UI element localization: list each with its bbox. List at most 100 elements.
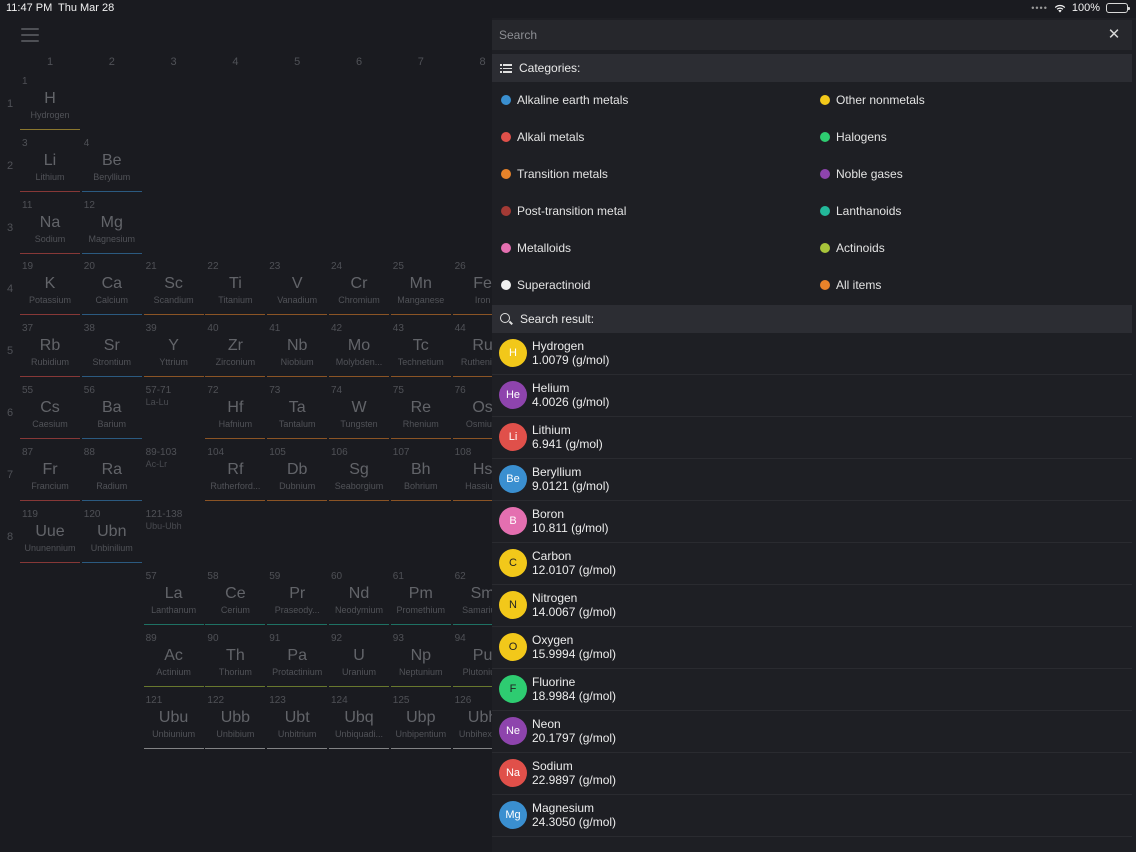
element-cell[interactable]: 72 Hf Hafnium xyxy=(205,385,266,441)
element-cell[interactable]: 3 Li Lithium xyxy=(20,138,80,194)
hamburger-menu-icon[interactable] xyxy=(21,28,39,42)
result-row[interactable]: O Oxygen 15.9994 (g/mol) xyxy=(492,627,1132,669)
element-cell[interactable]: 107 Bh Bohrium xyxy=(390,447,451,503)
result-row[interactable]: He Helium 4.0026 (g/mol) xyxy=(492,375,1132,417)
element-cell[interactable]: 41 Nb Niobium xyxy=(267,323,328,379)
result-name: Oxygen xyxy=(532,633,574,647)
result-row[interactable]: B Boron 10.811 (g/mol) xyxy=(492,501,1132,543)
element-cell[interactable]: 56 Ba Barium xyxy=(81,385,142,441)
category-item[interactable]: Actinoids xyxy=(820,237,885,259)
category-color-bar xyxy=(205,624,266,625)
category-item[interactable]: Transition metals xyxy=(501,163,608,185)
element-cell[interactable]: 88 Ra Radium xyxy=(81,447,142,503)
result-row[interactable]: Ne Neon 20.1797 (g/mol) xyxy=(492,711,1132,753)
element-cell[interactable]: 23 V Vanadium xyxy=(267,261,328,317)
category-color-bar xyxy=(329,376,389,378)
result-row[interactable]: Na Sodium 22.9897 (g/mol) xyxy=(492,753,1132,795)
element-cell[interactable]: 38 Sr Strontium xyxy=(81,323,142,379)
element-cell[interactable]: 91 Pa Protactinium xyxy=(267,633,328,689)
element-cell[interactable]: 124 Ubq Unbiquadi... xyxy=(329,695,389,751)
element-cell[interactable]: 121 Ubu Unbiunium xyxy=(143,695,204,751)
element-symbol: Sg xyxy=(349,460,369,478)
element-badge: N xyxy=(499,591,527,619)
result-row[interactable]: C Carbon 12.0107 (g/mol) xyxy=(492,543,1132,585)
element-cell[interactable]: 11 Na Sodium xyxy=(20,200,80,256)
element-cell[interactable]: 58 Ce Cerium xyxy=(205,571,266,627)
element-cell[interactable]: 57 La Lanthanum xyxy=(143,571,204,627)
result-row[interactable]: N Nitrogen 14.0067 (g/mol) xyxy=(492,585,1132,627)
category-color-bar xyxy=(81,438,142,439)
element-cell[interactable]: 40 Zr Zirconium xyxy=(205,323,266,379)
atomic-number: 20 xyxy=(83,261,95,273)
element-name: Yttrium xyxy=(159,357,188,368)
element-cell[interactable]: 119 Uue Ununennium xyxy=(20,509,80,565)
element-cell[interactable]: 42 Mo Molybden... xyxy=(329,323,389,379)
element-cell[interactable]: 90 Th Thorium xyxy=(205,633,266,689)
element-cell[interactable]: 123 Ubt Unbitrium xyxy=(267,695,328,751)
element-cell[interactable]: 73 Ta Tantalum xyxy=(267,385,328,441)
element-symbol: Uue xyxy=(35,522,65,540)
result-row[interactable]: Mg Magnesium 24.3050 (g/mol) xyxy=(492,795,1132,837)
result-name: Boron xyxy=(532,507,565,521)
element-name: Barium xyxy=(97,419,127,429)
result-row[interactable]: Li Lithium 6.941 (g/mol) xyxy=(492,417,1132,459)
category-color-bar xyxy=(205,438,266,439)
element-cell[interactable]: 74 W Tungsten xyxy=(329,385,389,441)
category-item[interactable]: Superactinoid xyxy=(501,274,590,296)
element-cell[interactable]: 93 Np Neptunium xyxy=(390,633,451,689)
element-cell[interactable]: 43 Tc Technetium xyxy=(390,323,451,379)
result-row[interactable]: H Hydrogen 1.0079 (g/mol) xyxy=(492,333,1132,375)
element-cell[interactable]: 125 Ubp Unbipentium xyxy=(390,695,451,751)
result-row[interactable]: Be Beryllium 9.0121 (g/mol) xyxy=(492,459,1132,501)
category-item[interactable]: All items xyxy=(820,274,881,296)
element-symbol: H xyxy=(44,90,56,107)
element-cell[interactable]: 20 Ca Calcium xyxy=(81,261,142,317)
result-row[interactable]: F Fluorine 18.9984 (g/mol) xyxy=(492,669,1132,711)
status-date: Thu Mar 28 xyxy=(58,2,115,14)
element-cell[interactable]: 21 Sc Scandium xyxy=(143,261,204,317)
element-cell[interactable]: 22 Ti Titanium xyxy=(205,261,266,317)
element-cell[interactable]: 92 U Uranium xyxy=(329,633,389,689)
element-cell[interactable]: 122 Ubb Unbibium xyxy=(205,695,266,751)
element-symbol: Pa xyxy=(287,646,307,664)
element-cell[interactable]: 24 Cr Chromium xyxy=(329,261,389,317)
category-item[interactable]: Alkali metals xyxy=(501,126,584,148)
search-input[interactable] xyxy=(492,20,1092,50)
element-cell[interactable]: 55 Cs Caesium xyxy=(20,385,80,441)
range-label: La-Lu xyxy=(145,397,169,407)
element-cell[interactable]: 19 K Potassium xyxy=(20,261,80,317)
element-name: Tantalum xyxy=(278,419,316,429)
element-cell[interactable]: 59 Pr Praseody... xyxy=(267,571,328,627)
category-item[interactable]: Halogens xyxy=(820,126,887,148)
element-cell[interactable]: 89 Ac Actinium xyxy=(143,633,204,689)
element-name: Hydrogen xyxy=(30,110,70,120)
atomic-number: 1 xyxy=(22,76,28,87)
element-cell[interactable]: 1 H Hydrogen xyxy=(20,76,80,132)
category-item[interactable]: Lanthanoids xyxy=(820,200,901,222)
element-cell[interactable]: 87 Fr Francium xyxy=(20,447,80,503)
element-cell[interactable]: 39 Y Yttrium xyxy=(143,323,204,379)
element-cell[interactable]: 25 Mn Manganese xyxy=(390,261,451,317)
category-item[interactable]: Other nonmetals xyxy=(820,89,925,111)
element-cell[interactable]: 37 Rb Rubidium xyxy=(20,323,80,379)
element-symbol: Ubb xyxy=(220,708,251,726)
element-name: Rhenium xyxy=(402,419,439,429)
element-cell[interactable]: 120 Ubn Unbinilium xyxy=(81,509,142,565)
atomic-number: 43 xyxy=(392,323,404,335)
element-cell[interactable]: 106 Sg Seaborgium xyxy=(329,447,389,503)
element-cell[interactable]: 60 Nd Neodymium xyxy=(329,571,389,627)
atomic-number: 12 xyxy=(83,199,95,211)
category-item[interactable]: Alkaline earth metals xyxy=(501,89,628,111)
status-right: •••• 100% xyxy=(1031,2,1130,14)
element-cell[interactable]: 61 Pm Promethium xyxy=(390,571,451,627)
element-symbol: Ti xyxy=(229,275,242,293)
element-cell[interactable]: 4 Be Beryllium xyxy=(81,138,142,194)
close-icon[interactable]: ✕ xyxy=(1106,27,1122,43)
category-item[interactable]: Post-transition metal xyxy=(501,200,626,222)
element-cell[interactable]: 75 Re Rhenium xyxy=(390,385,451,441)
element-cell[interactable]: 104 Rf Rutherford... xyxy=(205,447,266,503)
element-cell[interactable]: 12 Mg Magnesium xyxy=(81,199,142,256)
category-item[interactable]: Metalloids xyxy=(501,237,571,259)
category-item[interactable]: Noble gases xyxy=(820,163,903,185)
element-cell[interactable]: 105 Db Dubnium xyxy=(267,447,328,503)
